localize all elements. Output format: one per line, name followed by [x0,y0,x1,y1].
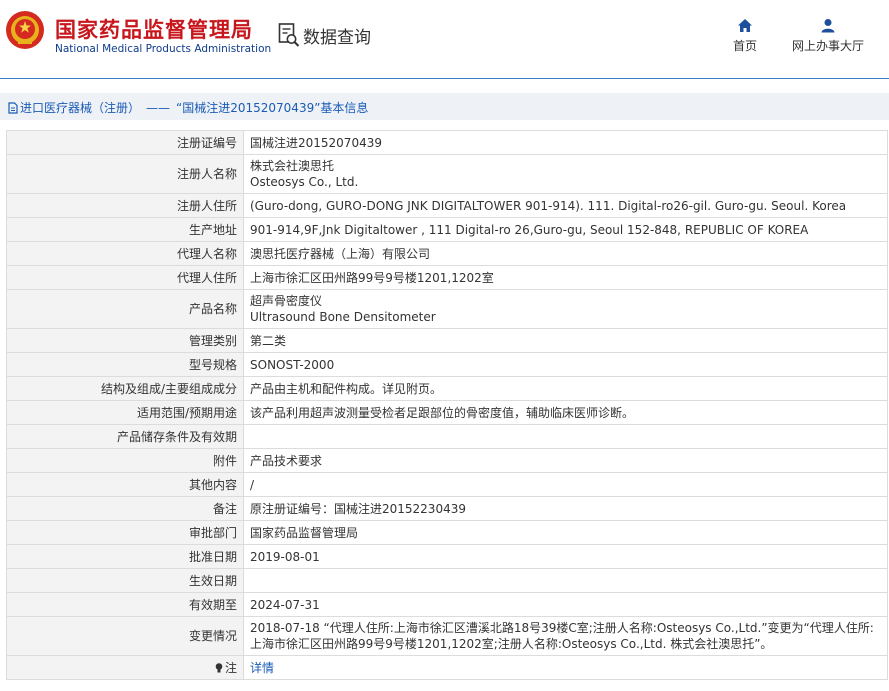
site-header: 国家药品监督管理局 National Medical Products Admi… [0,0,889,79]
field-value: 产品技术要求 [243,448,888,473]
field-value: (Guro-dong, GURO-DONG JNK DIGITALTOWER 9… [243,193,888,218]
document-icon [8,101,18,114]
field-value: / [243,472,888,497]
field-label: 注册人名称 [6,154,244,194]
table-row: 型号规格 SONOST-2000 [6,352,888,377]
breadcrumb-current: “国械注进20152070439”基本信息 [176,101,369,115]
data-query-title: 数据查询 [278,22,371,48]
field-value: 株式会社澳思托 [250,159,335,173]
field-label: 审批部门 [6,520,244,545]
table-row: 备注 原注册证编号：国械注进20152230439 [6,496,888,521]
table-row: 生效日期 [6,568,888,593]
field-value: SONOST-2000 [243,352,888,377]
logo-title-en: National Medical Products Administration [55,43,272,55]
field-label: 变更情况 [6,616,244,656]
field-value-block: 株式会社澳思托 Osteosys Co., Ltd. [243,154,888,194]
field-label: 注册证编号 [6,130,244,155]
details-link[interactable]: 详情 [250,661,274,675]
table-row: 结构及组成/主要组成成分 产品由主机和配件构成。详见附页。 [6,376,888,401]
document-search-icon [278,23,300,47]
field-label: 代理人住所 [6,265,244,290]
breadcrumb: 进口医疗器械（注册） —— “国械注进20152070439”基本信息 [0,93,889,120]
field-value-en: Ultrasound Bone Densitometer [250,310,436,324]
table-row: 注册人名称 株式会社澳思托 Osteosys Co., Ltd. [6,154,888,194]
field-label: 生效日期 [6,568,244,593]
field-value: 上海市徐汇区田州路99号9号楼1201,1202室 [243,265,888,290]
field-value-en: Osteosys Co., Ltd. [250,175,359,189]
table-row: 变更情况 2018-07-18 “代理人住所:上海市徐汇区漕溪北路18号39楼C… [6,616,888,656]
field-label: 注册人住所 [6,193,244,218]
table-row: 批准日期 2019-08-01 [6,544,888,569]
field-value: 澳思托医疗器械（上海）有限公司 [243,241,888,266]
field-label: 生产地址 [6,217,244,242]
field-label: 产品储存条件及有效期 [6,424,244,449]
user-icon [821,19,835,33]
table-row: 产品名称 超声骨密度仪 Ultrasound Bone Densitometer [6,289,888,329]
field-label: 代理人名称 [6,241,244,266]
table-row: 代理人名称 澳思托医疗器械（上海）有限公司 [6,241,888,266]
registration-detail-table: 注册证编号 国械注进20152070439 注册人名称 株式会社澳思托 Oste… [6,130,888,680]
table-row: 其他内容 / [6,472,888,497]
field-value: 产品由主机和配件构成。详见附页。 [243,376,888,401]
table-row: 适用范围/预期用途 该产品利用超声波测量受检者足跟部位的骨密度值，辅助临床医师诊… [6,400,888,425]
field-label: 附件 [6,448,244,473]
table-row: 有效期至 2024-07-31 [6,592,888,617]
logo-title-cn: 国家药品监督管理局 [55,18,253,42]
home-icon [738,19,752,32]
breadcrumb-link[interactable]: 进口医疗器械（注册） [20,99,140,116]
field-value: 国家药品监督管理局 [243,520,888,545]
field-value: 2024-07-31 [243,592,888,617]
table-row: 管理类别 第二类 [6,328,888,353]
field-value: 2019-08-01 [243,544,888,569]
field-value: 第二类 [243,328,888,353]
field-label: 备注 [6,496,244,521]
field-label: 其他内容 [6,472,244,497]
table-row: 产品储存条件及有效期 [6,424,888,449]
table-row: 审批部门 国家药品监督管理局 [6,520,888,545]
note-label-cell: 注 [6,655,244,680]
field-value: 超声骨密度仪 [250,294,323,308]
nav-online-service-label: 网上办事大厅 [792,39,865,53]
national-emblem-icon [6,11,44,49]
field-label: 适用范围/预期用途 [6,400,244,425]
lightbulb-icon [215,663,223,673]
note-value-cell: 详情 [243,655,888,680]
field-label: 结构及组成/主要组成成分 [6,376,244,401]
field-label: 产品名称 [6,289,244,329]
field-value: 2018-07-18 “代理人住所:上海市徐汇区漕溪北路18号39楼C室;注册人… [243,616,888,656]
table-row: 生产地址 901-914,9F,Jnk Digitaltower , 111 D… [6,217,888,242]
breadcrumb-separator: —— [146,100,171,115]
field-label: 批准日期 [6,544,244,569]
field-label: 型号规格 [6,352,244,377]
field-value: 该产品利用超声波测量受检者足跟部位的骨密度值，辅助临床医师诊断。 [243,400,888,425]
field-value [243,424,888,449]
field-value-block: 超声骨密度仪 Ultrasound Bone Densitometer [243,289,888,329]
table-row: 注册人住所 (Guro-dong, GURO-DONG JNK DIGITALT… [6,193,888,218]
field-value: 901-914,9F,Jnk Digitaltower , 111 Digita… [243,217,888,242]
field-label: 有效期至 [6,592,244,617]
nav-home[interactable]: 首页 [733,18,757,54]
field-value: 原注册证编号：国械注进20152230439 [243,496,888,521]
field-value: 国械注进20152070439 [243,130,888,155]
table-row: 附件 产品技术要求 [6,448,888,473]
field-value [243,568,888,593]
note-label: 注 [224,660,237,675]
table-row: 注册证编号 国械注进20152070439 [6,130,888,155]
table-row: 代理人住所 上海市徐汇区田州路99号9号楼1201,1202室 [6,265,888,290]
data-query-label: 数据查询 [303,27,371,48]
nav-home-label: 首页 [733,39,758,53]
table-row: 注 详情 [6,655,888,680]
nav-online-service[interactable]: 网上办事大厅 [792,18,864,54]
field-label: 管理类别 [6,328,244,353]
